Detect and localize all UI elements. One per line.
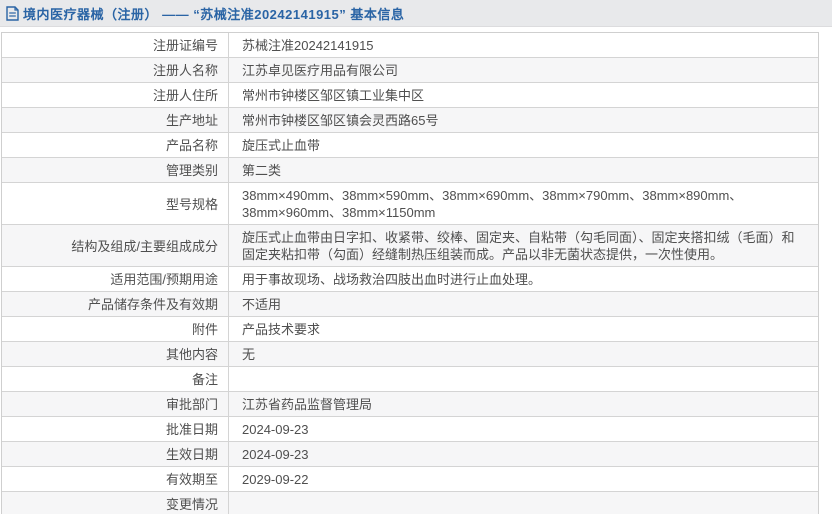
table-row: 其他内容 无: [2, 342, 818, 367]
row-value: 旋压式止血带由日字扣、收紧带、绞棒、固定夹、自粘带（勾毛同面）、固定夹搭扣绒（毛…: [242, 230, 795, 262]
row-label: 批准日期: [165, 422, 218, 437]
table-row: 变更情况: [2, 492, 818, 514]
table-row: 生效日期 2024-09-23: [2, 442, 818, 467]
row-label: 生效日期: [165, 447, 218, 462]
row-label-cell: 产品名称: [2, 133, 229, 157]
row-value-cell: 江苏省药品监督管理局: [229, 392, 818, 416]
row-value: 江苏卓见医疗用品有限公司: [242, 63, 399, 78]
row-label-cell: 批准日期: [2, 417, 229, 441]
row-label: 审批部门: [165, 397, 218, 412]
row-label-cell: 生产地址: [2, 108, 229, 132]
row-value-cell: 常州市钟楼区邹区镇工业集中区: [229, 83, 818, 107]
row-label: 产品名称: [165, 138, 218, 153]
row-value-cell: 江苏卓见医疗用品有限公司: [229, 58, 818, 82]
row-value-cell: 旋压式止血带由日字扣、收紧带、绞棒、固定夹、自粘带（勾毛同面）、固定夹搭扣绒（毛…: [229, 225, 818, 266]
row-label-cell: 注册人住所: [2, 83, 229, 107]
row-value-cell: 旋压式止血带: [229, 133, 818, 157]
row-label: 适用范围/预期用途: [110, 272, 218, 287]
table-row: 备注: [2, 367, 818, 392]
page-title: 境内医疗器械（注册） —— “苏械注准20242141915” 基本信息: [23, 6, 405, 22]
table-row: 注册证编号 苏械注准20242141915: [2, 33, 818, 58]
row-label-cell: 备注: [2, 367, 229, 391]
row-value-cell: 2024-09-23: [229, 417, 818, 441]
row-label-cell: 型号规格: [2, 183, 229, 224]
table-row: 产品名称 旋压式止血带: [2, 133, 818, 158]
row-label: 注册证编号: [152, 38, 218, 53]
row-label-cell: 生效日期: [2, 442, 229, 466]
row-label-cell: 有效期至: [2, 467, 229, 491]
table-row: 审批部门 江苏省药品监督管理局: [2, 392, 818, 417]
table-row: 附件 产品技术要求: [2, 317, 818, 342]
table-row: 型号规格 38mm×490mm、38mm×590mm、38mm×690mm、38…: [2, 183, 818, 225]
row-label-cell: 结构及组成/主要组成成分: [2, 225, 229, 266]
table-row: 注册人住所 常州市钟楼区邹区镇工业集中区: [2, 83, 818, 108]
row-label: 生产地址: [165, 113, 218, 128]
table-row: 生产地址 常州市钟楼区邹区镇会灵西路65号: [2, 108, 818, 133]
row-value: 2024-09-23: [242, 422, 309, 437]
row-value-cell: 无: [229, 342, 818, 366]
row-label: 有效期至: [165, 472, 218, 487]
row-label-cell: 附件: [2, 317, 229, 341]
row-value-cell: 不适用: [229, 292, 818, 316]
row-label-cell: 管理类别: [2, 158, 229, 182]
row-label-cell: 适用范围/预期用途: [2, 267, 229, 291]
document-icon: [6, 5, 19, 21]
row-label: 产品储存条件及有效期: [87, 297, 218, 312]
row-value-cell: [229, 367, 818, 391]
row-value-cell: 2029-09-22: [229, 467, 818, 491]
row-value-cell: 第二类: [229, 158, 818, 182]
row-value-cell: 苏械注准20242141915: [229, 33, 818, 57]
row-label: 注册人住所: [152, 88, 218, 103]
row-value: 江苏省药品监督管理局: [242, 397, 373, 412]
table-row: 有效期至 2029-09-22: [2, 467, 818, 492]
row-label: 变更情况: [165, 497, 218, 512]
table-row: 结构及组成/主要组成成分 旋压式止血带由日字扣、收紧带、绞棒、固定夹、自粘带（勾…: [2, 225, 818, 267]
row-value-cell: [229, 492, 818, 514]
table-row: 管理类别 第二类: [2, 158, 818, 183]
row-value: 2029-09-22: [242, 472, 309, 487]
row-value-cell: 2024-09-23: [229, 442, 818, 466]
row-label-cell: 审批部门: [2, 392, 229, 416]
row-label: 管理类别: [165, 163, 218, 178]
row-value-cell: 用于事故现场、战场救治四肢出血时进行止血处理。: [229, 267, 818, 291]
row-label-cell: 注册证编号: [2, 33, 229, 57]
row-value: 2024-09-23: [242, 447, 309, 462]
row-label: 型号规格: [165, 196, 218, 212]
row-label-cell: 变更情况: [2, 492, 229, 514]
page-title-bar: 境内医疗器械（注册） —— “苏械注准20242141915” 基本信息: [0, 0, 832, 27]
table-row: 产品储存条件及有效期 不适用: [2, 292, 818, 317]
row-label: 附件: [191, 322, 218, 337]
table-row: 注册人名称 江苏卓见医疗用品有限公司: [2, 58, 818, 83]
row-label: 结构及组成/主要组成成分: [71, 238, 218, 254]
row-value: 用于事故现场、战场救治四肢出血时进行止血处理。: [242, 272, 542, 287]
table-row: 批准日期 2024-09-23: [2, 417, 818, 442]
row-label-cell: 其他内容: [2, 342, 229, 366]
row-value: 无: [242, 347, 256, 362]
row-label-cell: 注册人名称: [2, 58, 229, 82]
row-value: 常州市钟楼区邹区镇工业集中区: [242, 88, 425, 103]
row-value: 常州市钟楼区邹区镇会灵西路65号: [242, 113, 439, 128]
row-label: 备注: [191, 372, 218, 387]
row-value-cell: 产品技术要求: [229, 317, 818, 341]
row-value: 产品技术要求: [242, 322, 321, 337]
row-value-cell: 常州市钟楼区邹区镇会灵西路65号: [229, 108, 818, 132]
row-label: 其他内容: [165, 347, 218, 362]
table-row: 适用范围/预期用途 用于事故现场、战场救治四肢出血时进行止血处理。: [2, 267, 818, 292]
row-label-cell: 产品储存条件及有效期: [2, 292, 229, 316]
row-value: 第二类: [242, 163, 282, 178]
info-table: 注册证编号 苏械注准20242141915 注册人名称 江苏卓见医疗用品有限公司…: [1, 32, 819, 514]
row-value: 苏械注准20242141915: [242, 38, 374, 53]
row-value: 不适用: [242, 297, 282, 312]
row-label: 注册人名称: [152, 63, 218, 78]
row-value: 38mm×490mm、38mm×590mm、38mm×690mm、38mm×79…: [242, 188, 743, 220]
row-value: 旋压式止血带: [242, 138, 321, 153]
row-value-cell: 38mm×490mm、38mm×590mm、38mm×690mm、38mm×79…: [229, 183, 818, 224]
